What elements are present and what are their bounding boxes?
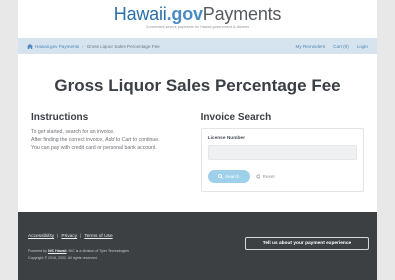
nav-links: My Reminders Cart (0) Login	[296, 44, 368, 49]
reset-button[interactable]: Reset	[256, 174, 275, 179]
search-button-label: Search	[224, 174, 240, 179]
site-header: Hawaii.govPayments Convenient secure pay…	[18, 0, 377, 38]
nav-cart[interactable]: Cart (0)	[333, 44, 349, 49]
breadcrumb-current: Gross Liquor Sales Percentage Fee	[86, 43, 160, 49]
footer-privacy-link[interactable]: Privacy	[61, 234, 77, 239]
reset-icon	[256, 174, 260, 179]
search-icon	[217, 174, 223, 179]
form-buttons: Search Reset	[207, 170, 357, 183]
site-logo[interactable]: Hawaii.govPayments	[18, 4, 377, 24]
invoice-search-section: Invoice Search License Number Search Res…	[200, 112, 364, 192]
content-columns: Instructions To get started, search for …	[18, 112, 377, 192]
reset-button-label: Reset	[262, 174, 275, 179]
home-icon	[27, 43, 33, 49]
invoice-search-form: License Number Search Reset	[200, 128, 364, 192]
nav-bar: Hawaii.gov Payments › Gross Liquor Sales…	[18, 38, 377, 54]
license-number-label: License Number	[207, 136, 245, 141]
feedback-button[interactable]: Tell us about your payment experience	[245, 237, 369, 250]
nav-login[interactable]: Login	[357, 44, 368, 49]
site-tagline: Convenient secure payments for Hawaii go…	[145, 25, 250, 29]
footer-terms-link[interactable]: Terms of Use	[84, 234, 112, 239]
footer-separator: |	[57, 234, 59, 239]
footer-accessibility-link[interactable]: Accessibility	[28, 234, 54, 239]
instructions-line-2: After finding the correct invoice, Add t…	[31, 136, 188, 144]
instructions-add-to-cart: Add to Cart	[105, 137, 132, 143]
copyright-text: Copyright © 2016, 2022. All rights reser…	[28, 256, 98, 260]
logo-payments: Payments	[202, 4, 282, 24]
powered-by-prefix: Powered by	[28, 249, 48, 253]
powered-by-suffix: . NIC is a division of Tyler Technologie…	[66, 249, 129, 253]
nav-my-reminders[interactable]: My Reminders	[296, 44, 326, 49]
breadcrumb-separator: ›	[82, 43, 84, 49]
logo-gov: .gov	[166, 4, 203, 24]
site-footer: Accessibility | Privacy | Terms of Use P…	[18, 212, 377, 280]
footer-separator: |	[80, 234, 82, 239]
instructions-heading: Instructions	[31, 112, 89, 123]
instructions-section: Instructions To get started, search for …	[31, 112, 188, 192]
breadcrumb-home-link[interactable]: Hawaii.gov Payments	[27, 43, 80, 49]
search-button[interactable]: Search	[207, 170, 250, 183]
instructions-line-2-pre: After finding the correct invoice,	[31, 137, 106, 143]
nic-hawaii-link[interactable]: NIC Hawaii	[48, 249, 67, 253]
breadcrumb-home-label: Hawaii.gov Payments	[35, 43, 80, 49]
invoice-search-heading: Invoice Search	[200, 112, 272, 123]
instructions-line-2-post: to continue.	[131, 137, 160, 143]
instructions-line-1: To get started, search for an invoice.	[31, 129, 115, 135]
page-frame: Hawaii.govPayments Convenient secure pay…	[18, 0, 377, 280]
instructions-line-3: You can pay with credit card or personal…	[31, 145, 157, 151]
page-title: Gross Liquor Sales Percentage Fee	[54, 76, 341, 95]
license-number-input[interactable]	[207, 145, 357, 160]
logo-brand: Hawaii	[113, 4, 167, 24]
